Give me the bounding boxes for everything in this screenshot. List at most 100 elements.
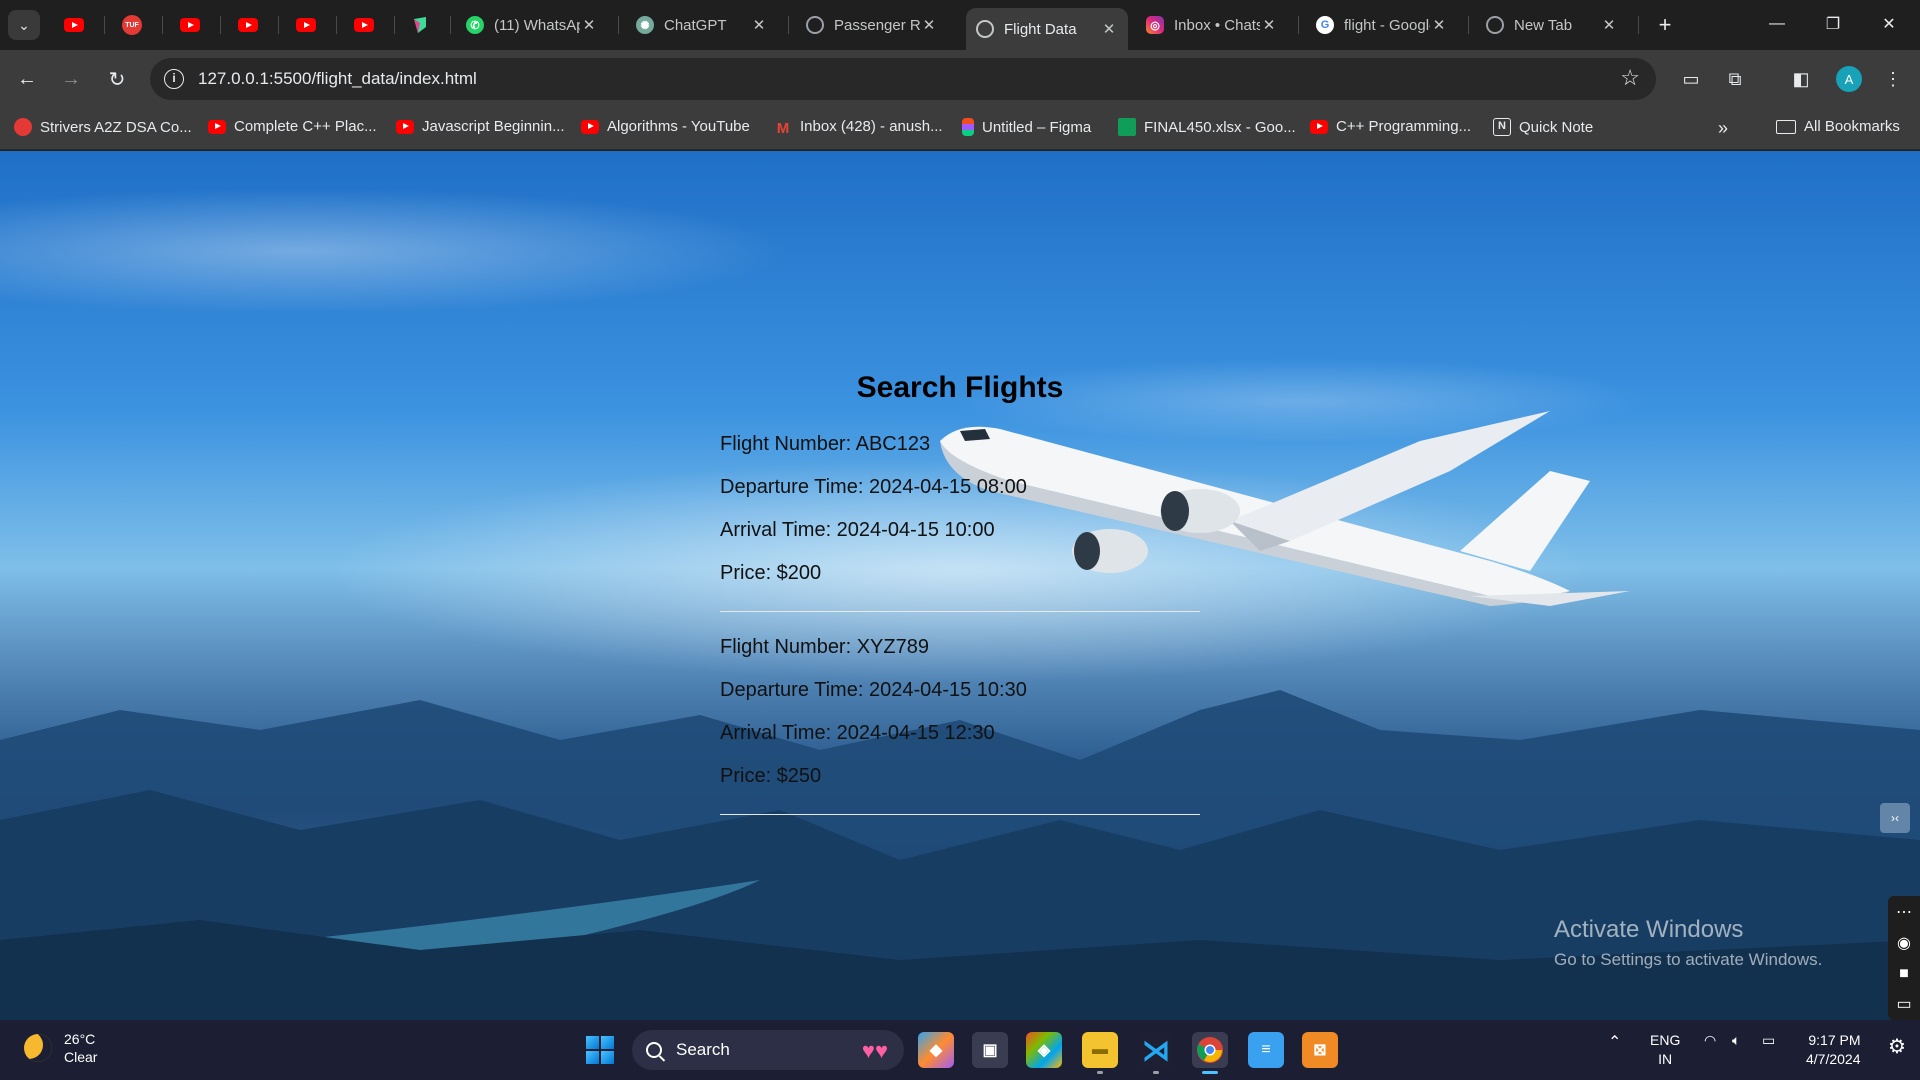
floating-widget-button[interactable]: ›‹ (1880, 803, 1910, 833)
show-hidden-icons-button[interactable]: ⌃ (1608, 1032, 1621, 1052)
profile-avatar[interactable]: A (1836, 66, 1862, 92)
tab-passenger-reg[interactable]: Passenger Reg ✕ (796, 8, 948, 42)
youtube-icon (396, 119, 414, 134)
back-button[interactable]: ← (12, 64, 42, 94)
close-tab-icon[interactable]: ✕ (1260, 16, 1278, 34)
tab-search-button[interactable]: ⌄ (8, 10, 40, 40)
settings-gear-icon[interactable]: ⚙ (1888, 1034, 1906, 1059)
tab-whatsapp[interactable]: ✆ (11) WhatsApp ✕ (456, 8, 608, 42)
close-tab-icon[interactable]: ✕ (580, 16, 598, 34)
chrome-app[interactable] (1192, 1032, 1228, 1074)
pinned-tab-youtube[interactable] (344, 10, 384, 40)
chrome-icon (1197, 1037, 1223, 1063)
pinned-tab-youtube[interactable] (170, 10, 210, 40)
arrival-time: Arrival Time: 2024-04-15 10:00 (720, 519, 995, 541)
cast-icon[interactable]: ▭ (1678, 66, 1704, 92)
store-app[interactable]: ◈ (1026, 1032, 1062, 1068)
address-bar[interactable]: i 127.0.0.1:5500/flight_data/index.html … (150, 58, 1656, 100)
close-tab-icon[interactable]: ✕ (1100, 20, 1118, 38)
pinned-tab-youtube[interactable] (286, 10, 326, 40)
notion-icon: N (1493, 118, 1511, 136)
copilot-app[interactable]: ◆ (918, 1032, 954, 1068)
new-tab-button[interactable]: + (1650, 10, 1680, 40)
close-tab-icon[interactable]: ✕ (750, 16, 768, 34)
bookmark-label: Quick Note (1519, 118, 1594, 136)
window-icon[interactable]: ▭ (1896, 994, 1911, 1014)
watermark-title: Activate Windows (1554, 916, 1744, 943)
search-label: Search (676, 1040, 730, 1059)
chatgpt-icon: ✺ (636, 16, 654, 34)
battery-icon[interactable]: ▭ (1762, 1032, 1775, 1049)
tab-chatgpt[interactable]: ✺ ChatGPT ✕ (626, 8, 778, 42)
clock-date: 4/7/2024 (1806, 1051, 1861, 1067)
extensions-icon[interactable]: ⧉ (1722, 66, 1748, 92)
taskbar-search[interactable]: Search ♥♥ (632, 1030, 904, 1070)
bookmark-item[interactable]: C++ Programming... (1310, 118, 1471, 135)
tab-instagram[interactable]: ◎ Inbox • Chats ✕ (1136, 8, 1288, 42)
wifi-icon[interactable]: ◠ (1704, 1032, 1716, 1049)
tab-separator (220, 16, 221, 34)
moon-icon (24, 1034, 52, 1062)
youtube-icon (1310, 119, 1328, 134)
bookmarks-overflow-button[interactable]: » (1718, 118, 1728, 139)
bookmark-star-icon[interactable]: ☆ (1620, 65, 1640, 91)
all-bookmarks-button[interactable]: All Bookmarks (1776, 118, 1900, 135)
start-button[interactable] (586, 1036, 614, 1064)
bookmark-item[interactable]: Algorithms - YouTube (581, 118, 750, 135)
bookmark-item[interactable]: FINAL450.xlsx - Goo... (1118, 118, 1296, 136)
close-tab-icon[interactable]: ✕ (1600, 16, 1618, 34)
close-tab-icon[interactable]: ✕ (1430, 16, 1448, 34)
task-view-app[interactable]: ▣ (972, 1032, 1008, 1068)
pinned-tab-youtube[interactable] (228, 10, 268, 40)
flight-number: Flight Number: XYZ789 (720, 636, 929, 658)
youtube-icon (208, 119, 226, 134)
tab-title: ChatGPT (664, 16, 727, 34)
tab-separator (162, 16, 163, 34)
pinned-tab-youtube[interactable] (54, 10, 94, 40)
chrome-icon (1486, 16, 1504, 34)
tab-flight-data[interactable]: Flight Data ✕ (966, 8, 1128, 50)
task-view-icon: ▣ (982, 1042, 998, 1059)
menu-kebab-icon[interactable]: ⋮ (1880, 66, 1906, 92)
bookmark-label: Algorithms - YouTube (607, 118, 750, 135)
xampp-app[interactable]: ⊠ (1302, 1032, 1338, 1068)
more-icon[interactable]: ⋯ (1896, 902, 1912, 922)
tab-google-search[interactable]: G flight - Google ✕ (1306, 8, 1458, 42)
pinned-tab-takeuforward[interactable]: TUF (112, 10, 152, 40)
copilot-icon: ◆ (929, 1042, 943, 1059)
bookmark-item[interactable]: Javascript Beginnin... (396, 118, 565, 135)
reload-button[interactable]: ↻ (102, 64, 132, 94)
close-window-button[interactable]: ✕ (1866, 8, 1912, 40)
app-icon (414, 17, 426, 33)
notepad-app[interactable]: ≡ (1248, 1032, 1284, 1068)
close-tab-icon[interactable]: ✕ (920, 16, 938, 34)
pinned-tab-app[interactable] (400, 10, 440, 40)
tab-new-tab[interactable]: New Tab ✕ (1476, 8, 1628, 42)
camera-icon[interactable]: ◉ (1897, 933, 1911, 953)
file-explorer-app[interactable]: ▬ (1082, 1032, 1118, 1074)
tab-separator (394, 16, 395, 34)
video-icon[interactable]: ■ (1899, 965, 1909, 983)
chevron-up-icon: ⌃ (1608, 1034, 1622, 1051)
tab-separator (788, 16, 789, 34)
system-clock[interactable]: 9:17 PM 4/7/2024 (1806, 1031, 1861, 1069)
weather-widget[interactable]: 26°C Clear (24, 1030, 97, 1066)
bookmark-item[interactable]: Untitled – Figma (962, 118, 1091, 136)
all-bookmarks-label: All Bookmarks (1804, 118, 1900, 135)
volume-icon[interactable]: 🔈︎ (1732, 1032, 1740, 1049)
bookmark-item[interactable]: M Inbox (428) - anush... (774, 118, 943, 137)
bookmark-item[interactable]: Strivers A2Z DSA Co... (14, 118, 192, 136)
language-indicator[interactable]: ENG IN (1650, 1031, 1680, 1069)
youtube-icon (238, 18, 258, 32)
site-info-icon[interactable]: i (164, 69, 184, 89)
restore-button[interactable]: ❐ (1810, 8, 1856, 40)
minimize-button[interactable]: — (1754, 8, 1800, 40)
forward-button[interactable]: → (56, 64, 86, 94)
bookmark-item[interactable]: N Quick Note (1493, 118, 1593, 136)
activate-windows-watermark: Activate Windows Go to Settings to activ… (1554, 916, 1822, 970)
tab-title: Flight Data (1004, 20, 1077, 38)
side-panel-icon[interactable]: ◧ (1788, 66, 1814, 92)
vscode-app[interactable]: ⋊ (1138, 1032, 1174, 1074)
bookmark-item[interactable]: Complete C++ Plac... (208, 118, 377, 135)
url-text[interactable]: 127.0.0.1:5500/flight_data/index.html (198, 69, 477, 89)
